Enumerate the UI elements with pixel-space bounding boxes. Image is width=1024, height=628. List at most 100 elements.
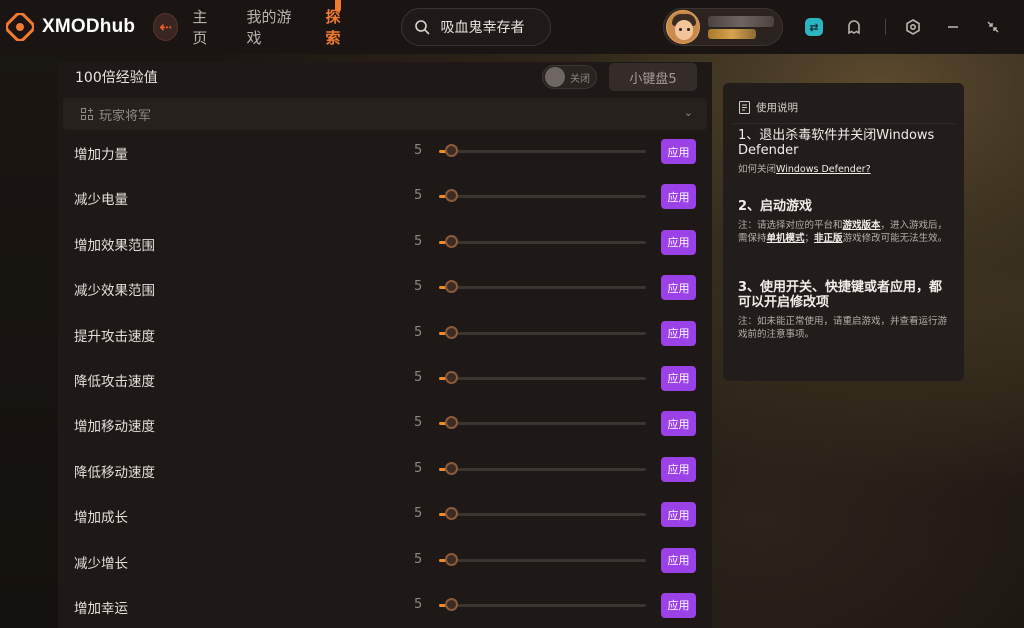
cheat-row: 增加移动速度 5 应用 <box>58 406 712 451</box>
step-3: 3、使用开关、快捷键或者应用，都可以开启修改项 注：如未能正常使用，请重启游戏，… <box>738 280 954 341</box>
divider <box>885 19 886 35</box>
cheat-label: 增加成长 <box>74 510 128 527</box>
user-profile[interactable] <box>663 8 783 46</box>
ghost-icon[interactable] <box>845 18 863 36</box>
avatar[interactable] <box>666 10 700 44</box>
hotkey-button[interactable]: 小键盘5 <box>609 63 697 91</box>
cheat-row: 减少效果范围 5 应用 <box>58 270 712 315</box>
cheat-row: 增加成长 5 应用 <box>58 497 712 542</box>
value-slider[interactable] <box>439 234 646 248</box>
slider-handle[interactable] <box>445 461 458 475</box>
cheat-list: 增加力量 5 应用 减少电量 5 应用 增加效果范围 5 应用 减少效果范围 5 应用 提升攻击速度 5 应… <box>58 134 712 628</box>
apply-button[interactable]: 应用 <box>661 592 696 618</box>
grid-plus-icon <box>81 108 93 120</box>
apply-button[interactable]: 应用 <box>661 184 696 210</box>
slider-handle[interactable] <box>445 234 458 248</box>
toggle-label: 关闭 <box>570 73 590 85</box>
value-slider[interactable] <box>439 370 646 384</box>
windows-defender-link[interactable]: Windows Defender? <box>776 164 871 175</box>
nav-explore[interactable]: 探索 <box>325 0 350 54</box>
apply-button[interactable]: 应用 <box>661 547 696 573</box>
apply-button[interactable]: 应用 <box>661 365 696 391</box>
slider-handle[interactable] <box>445 597 458 611</box>
slider-handle[interactable] <box>445 370 458 384</box>
cheat-row: 增加力量 5 应用 <box>58 134 712 179</box>
slider-handle[interactable] <box>445 189 458 203</box>
slider-handle[interactable] <box>445 280 458 294</box>
cheat-row: 提升攻击速度 5 应用 <box>58 316 712 361</box>
slider-handle[interactable] <box>445 144 458 157</box>
slider-handle[interactable] <box>445 507 458 521</box>
back-button[interactable]: ⇠ <box>152 13 179 41</box>
step-3-note: 注：如未能正常使用，请重启游戏，并查看运行游戏前的注意事项。 <box>738 316 948 340</box>
collapse-icon[interactable] <box>984 18 1002 36</box>
cheat-row: 减少电量 5 应用 <box>58 179 712 224</box>
value-slider[interactable] <box>439 552 646 566</box>
app-name: XMODhub <box>42 16 136 37</box>
divider <box>733 123 955 124</box>
cheat-label: 减少电量 <box>74 192 128 209</box>
apply-button[interactable]: 应用 <box>661 139 696 164</box>
cheat-row: 增加效果范围 5 应用 <box>58 225 712 270</box>
value-slider[interactable] <box>439 280 646 294</box>
cheat-label: 降低攻击速度 <box>74 373 155 390</box>
cheat-label: 提升攻击速度 <box>74 328 155 345</box>
cheat-label: 减少效果范围 <box>74 283 155 300</box>
value-slider[interactable] <box>439 144 646 157</box>
step-1-note: 如何关闭Windows Defender? <box>738 163 954 176</box>
step-1: 1、退出杀毒软件并关闭Windows Defender 如何关闭Windows … <box>738 128 954 176</box>
cheat-row: 增加幸运 5 应用 <box>58 588 712 628</box>
cheat-label: 减少增长 <box>74 555 128 572</box>
apply-button[interactable]: 应用 <box>661 229 696 255</box>
document-icon <box>739 101 750 114</box>
section-title: 玩家将军 <box>99 108 152 124</box>
minimize-icon[interactable] <box>944 18 962 36</box>
search-box[interactable]: 吸血鬼幸存者 <box>401 8 551 46</box>
sync-icon[interactable]: ⇄ <box>805 18 823 36</box>
settings-icon[interactable] <box>904 18 922 36</box>
cheat-value: 5 <box>414 233 423 249</box>
cheat-value: 5 <box>414 596 423 612</box>
toggle-switch[interactable]: 关闭 <box>542 65 597 89</box>
cheat-panel: 100倍经验值 关闭 小键盘5 玩家将军 ⌄ 增加力量 5 应用 减少电量 5 应用 增加效… <box>58 62 712 628</box>
cheat-label: 增加移动速度 <box>74 419 155 436</box>
value-slider[interactable] <box>439 597 646 611</box>
xmod-logo-icon <box>6 13 34 41</box>
search-icon <box>415 20 430 35</box>
cheat-label: 降低移动速度 <box>74 464 155 481</box>
cheat-value: 5 <box>414 188 423 204</box>
toggle-knob <box>545 67 565 87</box>
step-1-title: 1、退出杀毒软件并关闭Windows Defender <box>738 128 935 158</box>
cheat-row: 降低移动速度 5 应用 <box>58 452 712 497</box>
value-slider[interactable] <box>439 507 646 521</box>
nav-my-games[interactable]: 我的游戏 <box>246 0 296 54</box>
value-slider[interactable] <box>439 325 646 339</box>
apply-button[interactable]: 应用 <box>661 502 696 528</box>
apply-button[interactable]: 应用 <box>661 411 696 437</box>
slider-handle[interactable] <box>445 552 458 566</box>
slider-handle[interactable] <box>445 325 458 339</box>
step-2-note: 注：请选择对应的平台和游戏版本，进入游戏后，需保持单机模式；非正版游戏修改可能无… <box>738 220 948 244</box>
step-2: 2、启动游戏 注：请选择对应的平台和游戏版本，进入游戏后，需保持单机模式；非正版… <box>738 199 954 245</box>
nav-home[interactable]: 主页 <box>192 0 217 54</box>
slider-handle[interactable] <box>445 416 458 430</box>
value-slider[interactable] <box>439 461 646 475</box>
search-input[interactable]: 吸血鬼幸存者 <box>440 17 524 37</box>
main-nav: 主页 我的游戏 探索 <box>192 0 379 54</box>
section-header[interactable]: 玩家将军 ⌄ <box>63 98 707 130</box>
instructions-panel: 使用说明 1、退出杀毒软件并关闭Windows Defender 如何关闭Win… <box>723 83 964 381</box>
apply-button[interactable]: 应用 <box>661 456 696 482</box>
value-slider[interactable] <box>439 416 646 430</box>
apply-button[interactable]: 应用 <box>661 320 696 346</box>
chevron-down-icon[interactable]: ⌄ <box>684 106 693 119</box>
username-blurred <box>708 14 782 40</box>
cheat-value: 5 <box>414 415 423 431</box>
value-slider[interactable] <box>439 189 646 203</box>
cheat-value: 5 <box>414 460 423 476</box>
arrow-left-icon: ⇠ <box>159 18 172 36</box>
cheat-label: 增加效果范围 <box>74 237 155 254</box>
app-logo[interactable]: XMODhub <box>6 13 147 41</box>
apply-button[interactable]: 应用 <box>661 275 696 301</box>
cheat-value: 5 <box>414 279 423 295</box>
top-bar: XMODhub ⇠ 主页 我的游戏 探索 吸血鬼幸存者 ⇄ <box>0 0 1024 54</box>
